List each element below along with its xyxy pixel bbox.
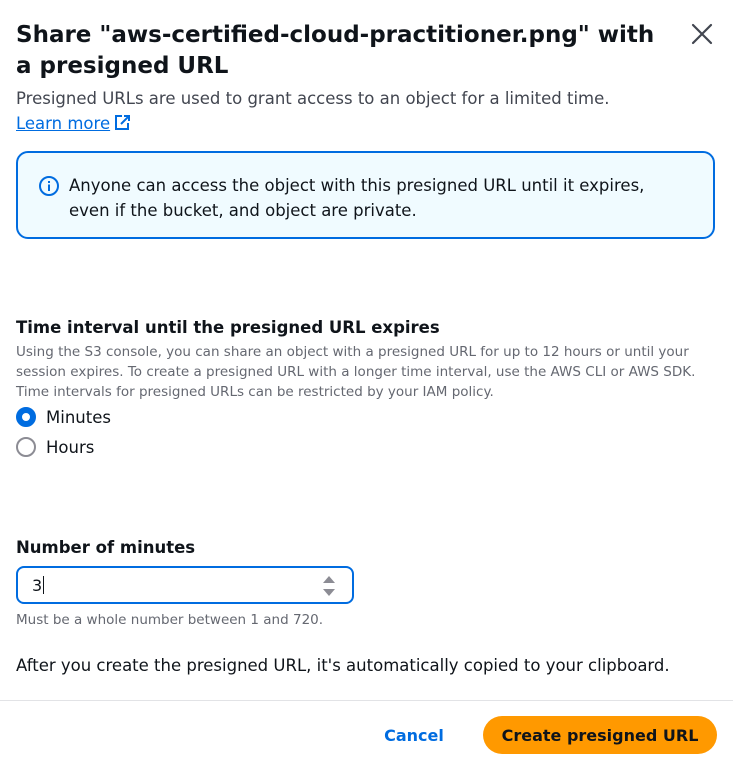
radio-hours-label: Hours [46, 437, 95, 457]
stepper-down-icon[interactable] [322, 588, 336, 597]
info-icon [39, 176, 59, 196]
time-interval-label: Time interval until the presigned URL ex… [16, 318, 440, 337]
text-caret [43, 576, 45, 594]
clipboard-note: After you create the presigned URL, it's… [16, 656, 670, 675]
modal-title: Share "aws-certified-cloud-practitioner.… [16, 22, 655, 79]
close-icon [691, 23, 713, 45]
external-link-icon[interactable] [113, 114, 131, 139]
radio-hours[interactable]: Hours [16, 437, 94, 457]
time-interval-description: Using the S3 console, you can share an o… [16, 344, 696, 400]
number-of-minutes-label: Number of minutes [16, 538, 196, 557]
number-stepper[interactable] [322, 575, 336, 597]
presigned-url-modal: Share "aws-certified-cloud-practitioner.… [0, 0, 733, 766]
number-of-minutes-input[interactable]: 3 [16, 566, 354, 604]
radio-minutes-label: Minutes [46, 407, 111, 427]
description-text: Presigned URLs are used to grant access … [16, 89, 610, 108]
stepper-up-icon[interactable] [322, 575, 336, 584]
learn-more-link[interactable]: Learn more [16, 114, 110, 133]
info-alert: Anyone can access the object with this p… [16, 151, 715, 239]
cancel-button[interactable]: Cancel [370, 716, 458, 754]
info-alert-text: Anyone can access the object with this p… [69, 176, 645, 220]
close-button[interactable] [686, 18, 718, 50]
radio-minutes[interactable]: Minutes [16, 407, 111, 427]
radio-hours-button[interactable] [16, 437, 36, 457]
modal-description: Presigned URLs are used to grant access … [16, 86, 656, 139]
number-hint: Must be a whole number between 1 and 720… [16, 612, 324, 628]
footer-divider [0, 700, 733, 701]
radio-minutes-button[interactable] [16, 407, 36, 427]
create-presigned-url-button[interactable]: Create presigned URL [483, 716, 717, 754]
number-of-minutes-value: 3 [32, 575, 43, 595]
